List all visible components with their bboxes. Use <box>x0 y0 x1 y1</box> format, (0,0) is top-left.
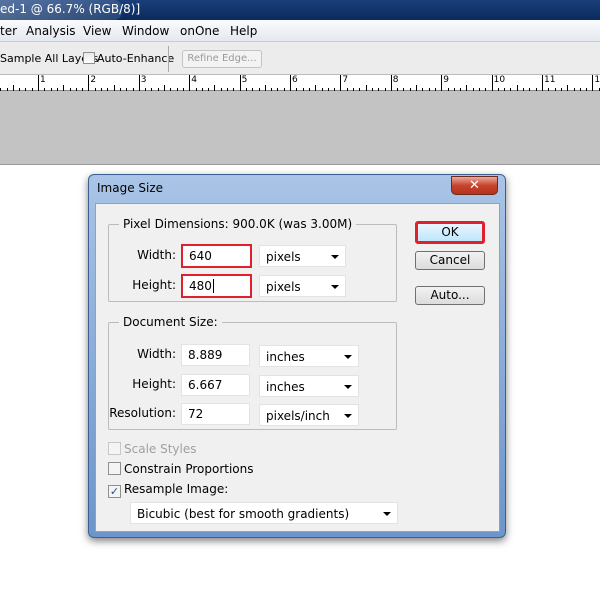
checkmark-icon: ✓ <box>108 485 121 498</box>
pixel-height-label: Height: <box>132 278 176 292</box>
ruler-label: 9 <box>443 75 449 85</box>
pixel-width-label: Width: <box>137 248 176 262</box>
auto-button[interactable]: Auto... <box>415 286 485 305</box>
doc-height-unit: inches <box>266 380 305 394</box>
menu-bar: ter Analysis View Window onOne Help <box>0 20 600 42</box>
canvas-area <box>0 91 600 165</box>
menu-filter[interactable]: ter <box>0 24 17 38</box>
chevron-down-icon <box>331 285 339 289</box>
chevron-down-icon <box>344 385 352 389</box>
doc-height-unit-select[interactable]: inches <box>259 375 359 397</box>
menu-window[interactable]: Window <box>122 24 169 38</box>
ruler-label: 4 <box>191 75 197 85</box>
pixel-width-unit: pixels <box>266 250 301 264</box>
auto-enhance-label: Auto-Enhance <box>97 52 175 65</box>
pixel-height-input[interactable]: 480 <box>181 274 252 298</box>
ruler-label: 5 <box>241 75 248 85</box>
checkbox-box <box>108 442 121 455</box>
chevron-down-icon <box>344 414 352 418</box>
resample-method-select[interactable]: Bicubic (best for smooth gradients) <box>130 502 398 524</box>
chevron-down-icon <box>383 512 391 516</box>
pixel-height-unit-select[interactable]: pixels <box>259 275 346 297</box>
pixel-dimensions-legend: Pixel Dimensions: 900.0K (was 3.00M) <box>119 217 357 231</box>
doc-height-input[interactable]: 6.667 <box>181 374 250 396</box>
pixel-width-input[interactable]: 640 <box>181 244 252 268</box>
resolution-input[interactable]: 72 <box>181 403 250 425</box>
resolution-unit: pixels/inch <box>266 409 330 423</box>
resolution-label: Resolution: <box>109 406 176 420</box>
pixel-width-unit-select[interactable]: pixels <box>259 245 346 267</box>
refine-edge-button[interactable]: Refine Edge... <box>182 50 262 68</box>
ruler-label: 6 <box>292 75 298 85</box>
resample-image-checkbox[interactable]: ✓ Resample Image: <box>108 482 228 498</box>
pixel-dimensions-group: Pixel Dimensions: 900.0K (was 3.00M) Wid… <box>108 217 397 302</box>
doc-width-label: Width: <box>137 347 176 361</box>
menu-help[interactable]: Help <box>230 24 257 38</box>
window-title: ed-1 @ 66.7% (RGB/8)] <box>0 0 140 20</box>
resample-method: Bicubic (best for smooth gradients) <box>137 507 350 521</box>
ok-button[interactable]: OK <box>415 221 485 244</box>
constrain-proportions-label: Constrain Proportions <box>124 462 254 476</box>
document-size-legend: Document Size: <box>119 315 222 329</box>
chevron-down-icon <box>344 355 352 359</box>
app-title-bar: ed-1 @ 66.7% (RGB/8)] <box>0 0 600 20</box>
ruler-label: 2 <box>90 75 97 85</box>
resolution-unit-select[interactable]: pixels/inch <box>259 404 359 426</box>
ruler-label: 8 <box>392 75 399 85</box>
ruler-label: 1 <box>40 75 46 85</box>
options-bar: Sample All Layers Auto-Enhance Refine Ed… <box>0 42 600 75</box>
doc-width-unit: inches <box>266 350 305 364</box>
horizontal-ruler[interactable]: 123456789101112 <box>0 75 600 91</box>
resample-image-label: Resample Image: <box>124 482 229 496</box>
scale-styles-checkbox[interactable]: Scale Styles <box>108 442 197 456</box>
ruler-label: 11 <box>544 75 556 85</box>
doc-width-input[interactable]: 8.889 <box>181 344 250 366</box>
pixel-height-unit: pixels <box>266 280 301 294</box>
ruler-label: 7 <box>342 75 349 85</box>
chevron-down-icon <box>331 255 339 259</box>
cancel-button[interactable]: Cancel <box>415 251 485 270</box>
dialog-title: Image Size <box>97 181 164 195</box>
ruler-label: 3 <box>140 75 147 85</box>
auto-enhance-checkbox[interactable] <box>83 52 95 64</box>
document-size-group: Document Size: Width: 8.889 inches Heigh… <box>108 315 397 430</box>
dialog-body: Pixel Dimensions: 900.0K (was 3.00M) Wid… <box>95 203 500 532</box>
menu-onone[interactable]: onOne <box>180 24 219 38</box>
menu-analysis[interactable]: Analysis <box>26 24 75 38</box>
doc-height-label: Height: <box>132 377 176 391</box>
scale-styles-label: Scale Styles <box>124 442 197 456</box>
close-icon[interactable]: ✕ <box>451 176 498 195</box>
separator <box>168 46 169 72</box>
menu-view[interactable]: View <box>83 24 111 38</box>
checkbox-box <box>108 462 121 475</box>
text-cursor <box>212 279 214 293</box>
constrain-proportions-checkbox[interactable]: Constrain Proportions <box>108 462 254 476</box>
image-size-dialog: Image Size ✕ Pixel Dimensions: 900.0K (w… <box>88 174 506 538</box>
pixel-height-value: 480 <box>189 279 212 293</box>
doc-width-unit-select[interactable]: inches <box>259 345 359 367</box>
ruler-label: 12 <box>594 75 600 85</box>
ruler-label: 10 <box>493 75 506 85</box>
